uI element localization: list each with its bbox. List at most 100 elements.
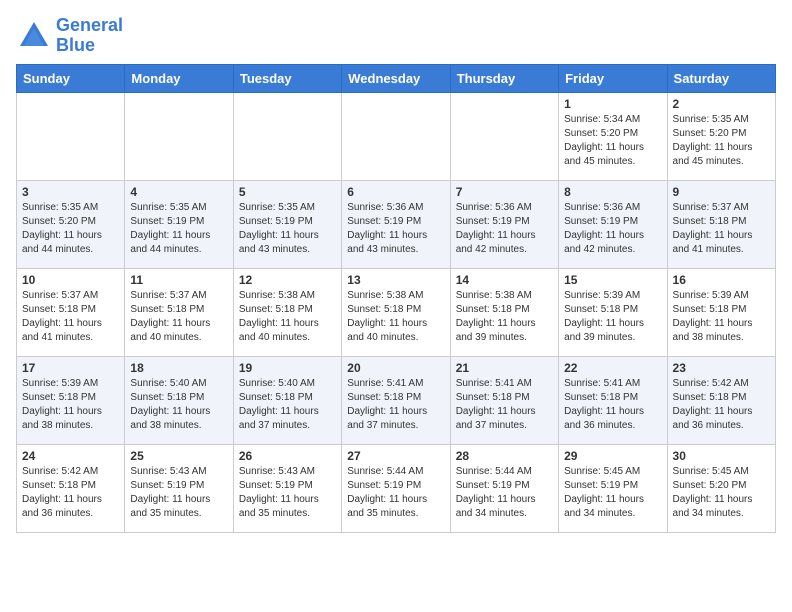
calendar-cell: 29 Sunrise: 5:45 AMSunset: 5:19 PMDayligh… bbox=[559, 444, 667, 532]
calendar-cell: 3 Sunrise: 5:35 AMSunset: 5:20 PMDaylight… bbox=[17, 180, 125, 268]
calendar-week-row: 3 Sunrise: 5:35 AMSunset: 5:20 PMDaylight… bbox=[17, 180, 776, 268]
calendar-cell bbox=[233, 92, 341, 180]
day-number: 27 bbox=[347, 449, 444, 463]
calendar-header-row: SundayMondayTuesdayWednesdayThursdayFrid… bbox=[17, 64, 776, 92]
calendar-cell: 13 Sunrise: 5:38 AMSunset: 5:18 PMDayligh… bbox=[342, 268, 450, 356]
calendar-cell: 1Sunrise: 5:34 AMSunset: 5:20 PMDaylight… bbox=[559, 92, 667, 180]
calendar-cell: 7Sunrise: 5:36 AMSunset: 5:19 PMDaylight… bbox=[450, 180, 558, 268]
day-number: 21 bbox=[456, 361, 553, 375]
logo-text: General Blue bbox=[56, 16, 123, 56]
day-number: 16 bbox=[673, 273, 770, 287]
day-number: 25 bbox=[130, 449, 227, 463]
calendar-table: SundayMondayTuesdayWednesdayThursdayFrid… bbox=[16, 64, 776, 533]
calendar-cell: 2 Sunrise: 5:35 AMSunset: 5:20 PMDaylight… bbox=[667, 92, 775, 180]
day-info: Sunrise: 5:40 AMSunset: 5:18 PMDaylight:… bbox=[239, 377, 336, 433]
day-number: 18 bbox=[130, 361, 227, 375]
day-info: Sunrise: 5:37 AMSunset: 5:18 PMDaylight:… bbox=[130, 289, 227, 345]
calendar-week-row: 17 Sunrise: 5:39 AMSunset: 5:18 PMDayligh… bbox=[17, 356, 776, 444]
calendar-cell: 12 Sunrise: 5:38 AMSunset: 5:18 PMDayligh… bbox=[233, 268, 341, 356]
day-number: 12 bbox=[239, 273, 336, 287]
calendar-cell: 10 Sunrise: 5:37 AMSunset: 5:18 PMDayligh… bbox=[17, 268, 125, 356]
calendar-cell: 22Sunrise: 5:41 AMSunset: 5:18 PMDayligh… bbox=[559, 356, 667, 444]
calendar-cell: 25 Sunrise: 5:43 AMSunset: 5:19 PMDayligh… bbox=[125, 444, 233, 532]
day-header-friday: Friday bbox=[559, 64, 667, 92]
day-header-sunday: Sunday bbox=[17, 64, 125, 92]
day-number: 19 bbox=[239, 361, 336, 375]
day-number: 2 bbox=[673, 97, 770, 111]
day-info: Sunrise: 5:35 AMSunset: 5:20 PMDaylight:… bbox=[22, 201, 119, 257]
day-header-wednesday: Wednesday bbox=[342, 64, 450, 92]
calendar-cell: 11 Sunrise: 5:37 AMSunset: 5:18 PMDayligh… bbox=[125, 268, 233, 356]
logo: General Blue bbox=[16, 16, 123, 56]
day-header-saturday: Saturday bbox=[667, 64, 775, 92]
calendar-cell: 26 Sunrise: 5:43 AMSunset: 5:19 PMDayligh… bbox=[233, 444, 341, 532]
calendar-cell bbox=[125, 92, 233, 180]
day-info: Sunrise: 5:45 AMSunset: 5:20 PMDaylight:… bbox=[673, 465, 770, 521]
day-info: Sunrise: 5:44 AMSunset: 5:19 PMDaylight:… bbox=[347, 465, 444, 521]
day-info: Sunrise: 5:43 AMSunset: 5:19 PMDaylight:… bbox=[239, 465, 336, 521]
calendar-cell: 9 Sunrise: 5:37 AMSunset: 5:18 PMDaylight… bbox=[667, 180, 775, 268]
day-info: Sunrise: 5:43 AMSunset: 5:19 PMDaylight:… bbox=[130, 465, 227, 521]
day-number: 20 bbox=[347, 361, 444, 375]
calendar-cell bbox=[450, 92, 558, 180]
day-number: 9 bbox=[673, 185, 770, 199]
day-info: Sunrise: 5:39 AMSunset: 5:18 PMDaylight:… bbox=[22, 377, 119, 433]
calendar-cell bbox=[342, 92, 450, 180]
day-number: 29 bbox=[564, 449, 661, 463]
calendar-cell: 5Sunrise: 5:35 AMSunset: 5:19 PMDaylight… bbox=[233, 180, 341, 268]
day-info: Sunrise: 5:44 AMSunset: 5:19 PMDaylight:… bbox=[456, 465, 553, 521]
day-number: 3 bbox=[22, 185, 119, 199]
day-number: 10 bbox=[22, 273, 119, 287]
calendar-cell: 8Sunrise: 5:36 AMSunset: 5:19 PMDaylight… bbox=[559, 180, 667, 268]
calendar-week-row: 1Sunrise: 5:34 AMSunset: 5:20 PMDaylight… bbox=[17, 92, 776, 180]
page-header: General Blue bbox=[16, 16, 776, 56]
day-number: 7 bbox=[456, 185, 553, 199]
day-number: 22 bbox=[564, 361, 661, 375]
calendar-cell: 6 Sunrise: 5:36 AMSunset: 5:19 PMDaylight… bbox=[342, 180, 450, 268]
calendar-cell: 24 Sunrise: 5:42 AMSunset: 5:18 PMDayligh… bbox=[17, 444, 125, 532]
day-number: 17 bbox=[22, 361, 119, 375]
day-number: 14 bbox=[456, 273, 553, 287]
day-info: Sunrise: 5:38 AMSunset: 5:18 PMDaylight:… bbox=[239, 289, 336, 345]
calendar-cell: 23Sunrise: 5:42 AMSunset: 5:18 PMDayligh… bbox=[667, 356, 775, 444]
day-info: Sunrise: 5:45 AMSunset: 5:19 PMDaylight:… bbox=[564, 465, 661, 521]
day-header-thursday: Thursday bbox=[450, 64, 558, 92]
day-number: 13 bbox=[347, 273, 444, 287]
calendar-cell: 21 Sunrise: 5:41 AMSunset: 5:18 PMDayligh… bbox=[450, 356, 558, 444]
day-info: Sunrise: 5:37 AMSunset: 5:18 PMDaylight:… bbox=[673, 201, 770, 257]
day-number: 6 bbox=[347, 185, 444, 199]
day-info: Sunrise: 5:40 AMSunset: 5:18 PMDaylight:… bbox=[130, 377, 227, 433]
calendar-cell: 27 Sunrise: 5:44 AMSunset: 5:19 PMDayligh… bbox=[342, 444, 450, 532]
day-header-tuesday: Tuesday bbox=[233, 64, 341, 92]
calendar-cell: 16Sunrise: 5:39 AMSunset: 5:18 PMDayligh… bbox=[667, 268, 775, 356]
day-info: Sunrise: 5:34 AMSunset: 5:20 PMDaylight:… bbox=[564, 113, 661, 169]
day-header-monday: Monday bbox=[125, 64, 233, 92]
day-info: Sunrise: 5:38 AMSunset: 5:18 PMDaylight:… bbox=[456, 289, 553, 345]
day-number: 5 bbox=[239, 185, 336, 199]
calendar-cell: 15 Sunrise: 5:39 AMSunset: 5:18 PMDayligh… bbox=[559, 268, 667, 356]
calendar-cell bbox=[17, 92, 125, 180]
day-info: Sunrise: 5:36 AMSunset: 5:19 PMDaylight:… bbox=[564, 201, 661, 257]
calendar-cell: 18 Sunrise: 5:40 AMSunset: 5:18 PMDayligh… bbox=[125, 356, 233, 444]
day-info: Sunrise: 5:42 AMSunset: 5:18 PMDaylight:… bbox=[22, 465, 119, 521]
day-number: 26 bbox=[239, 449, 336, 463]
calendar-cell: 19 Sunrise: 5:40 AMSunset: 5:18 PMDayligh… bbox=[233, 356, 341, 444]
day-info: Sunrise: 5:41 AMSunset: 5:18 PMDaylight:… bbox=[347, 377, 444, 433]
calendar-week-row: 10 Sunrise: 5:37 AMSunset: 5:18 PMDayligh… bbox=[17, 268, 776, 356]
day-number: 15 bbox=[564, 273, 661, 287]
day-number: 4 bbox=[130, 185, 227, 199]
day-info: Sunrise: 5:41 AMSunset: 5:18 PMDaylight:… bbox=[456, 377, 553, 433]
day-number: 30 bbox=[673, 449, 770, 463]
day-info: Sunrise: 5:36 AMSunset: 5:19 PMDaylight:… bbox=[347, 201, 444, 257]
day-info: Sunrise: 5:35 AMSunset: 5:20 PMDaylight:… bbox=[673, 113, 770, 169]
calendar-cell: 28Sunrise: 5:44 AMSunset: 5:19 PMDayligh… bbox=[450, 444, 558, 532]
calendar-week-row: 24 Sunrise: 5:42 AMSunset: 5:18 PMDayligh… bbox=[17, 444, 776, 532]
day-number: 23 bbox=[673, 361, 770, 375]
logo-icon bbox=[16, 18, 52, 54]
calendar-cell: 30 Sunrise: 5:45 AMSunset: 5:20 PMDayligh… bbox=[667, 444, 775, 532]
day-number: 24 bbox=[22, 449, 119, 463]
day-info: Sunrise: 5:38 AMSunset: 5:18 PMDaylight:… bbox=[347, 289, 444, 345]
day-info: Sunrise: 5:37 AMSunset: 5:18 PMDaylight:… bbox=[22, 289, 119, 345]
day-info: Sunrise: 5:39 AMSunset: 5:18 PMDaylight:… bbox=[564, 289, 661, 345]
day-number: 11 bbox=[130, 273, 227, 287]
